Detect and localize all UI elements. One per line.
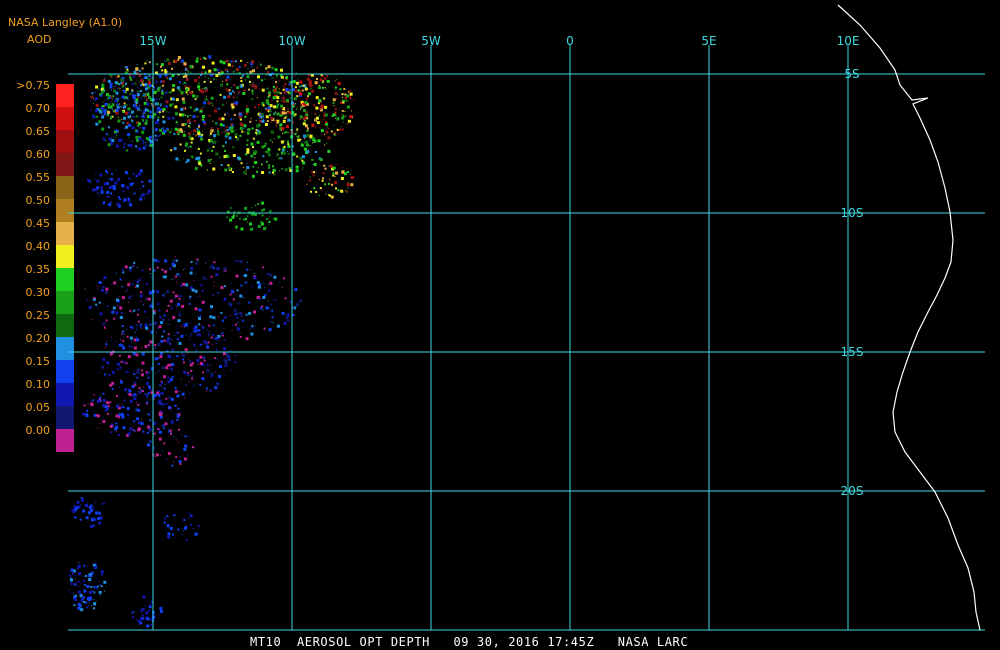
legend-swatch <box>56 429 74 452</box>
legend-value-label: 0.05 <box>26 401 51 414</box>
legend-value-label: 0.55 <box>26 171 51 184</box>
legend-value-label: 0.65 <box>26 125 51 138</box>
legend-swatch <box>56 314 74 337</box>
legend-value-label: 0.70 <box>26 102 51 115</box>
legend-swatch <box>56 337 74 360</box>
legend-value-label: 0.30 <box>26 286 51 299</box>
legend-swatch <box>56 406 74 429</box>
legend-swatch <box>56 222 74 245</box>
color-legend <box>56 84 74 452</box>
legend-swatch <box>56 153 74 176</box>
legend-swatch <box>56 199 74 222</box>
legend-swatch <box>56 245 74 268</box>
legend-value-label: 0.20 <box>26 332 51 345</box>
latitude-label: 15S <box>841 345 864 359</box>
legend-swatch <box>56 383 74 406</box>
legend-swatch <box>56 291 74 314</box>
longitude-label: 0 <box>566 34 574 48</box>
legend-value-label: 0.35 <box>26 263 51 276</box>
legend-value-label: 0.00 <box>26 424 51 437</box>
legend-swatch <box>56 130 74 153</box>
longitude-label: 10E <box>837 34 860 48</box>
legend-value-label: >0.75 <box>16 79 50 92</box>
legend-value-label: 0.60 <box>26 148 51 161</box>
african-coastline <box>837 4 981 631</box>
legend-value-label: 0.15 <box>26 355 51 368</box>
legend-value-label: 0.40 <box>26 240 51 253</box>
legend-value-label: 0.50 <box>26 194 51 207</box>
longitude-label: 15W <box>139 34 166 48</box>
legend-value-label: 0.25 <box>26 309 51 322</box>
legend-swatch <box>56 268 74 291</box>
legend-swatch <box>56 107 74 130</box>
latitude-label: 20S <box>841 484 864 498</box>
latitude-label: 5S <box>844 67 859 81</box>
aod-map: 15W 10W 5W 0 5E 10E 5S 10S 15S 20S >0.75 0.70 0.65 0… <box>16 4 985 631</box>
longitude-label: 10W <box>278 34 305 48</box>
latitude-label: 10S <box>841 206 864 220</box>
map-caption: MT10 AEROSOL OPT DEPTH 09 30, 2016 17:45… <box>250 635 689 649</box>
legend-swatch <box>56 84 74 107</box>
longitude-label: 5E <box>701 34 716 48</box>
legend-swatch <box>56 360 74 383</box>
lat-lon-grid <box>68 45 985 631</box>
legend-swatch <box>56 176 74 199</box>
aerosol-optical-depth-field <box>68 55 355 628</box>
legend-value-label: 0.10 <box>26 378 51 391</box>
longitude-label: 5W <box>421 34 441 48</box>
legend-value-label: 0.45 <box>26 217 51 230</box>
